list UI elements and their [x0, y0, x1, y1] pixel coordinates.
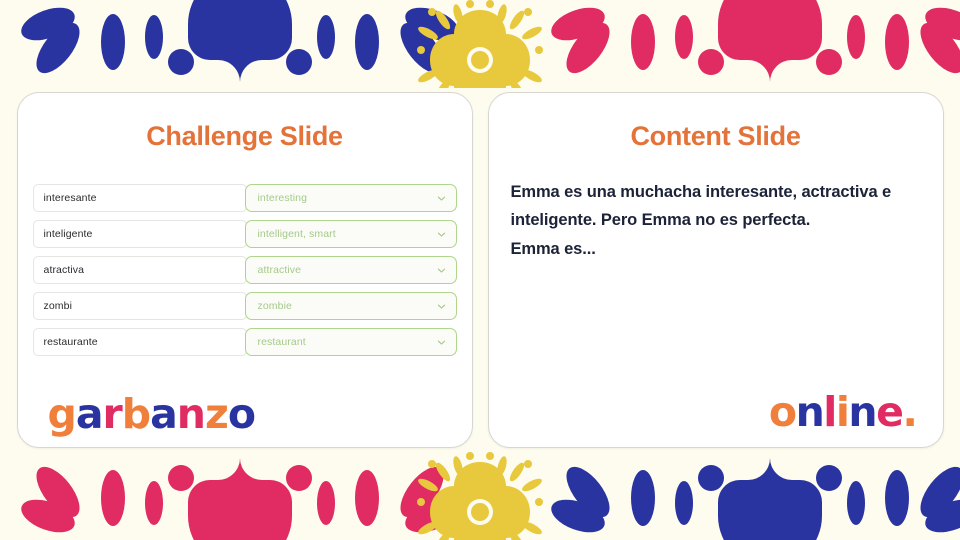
vocabulary-answer-dropdown[interactable]: restaurant [244, 328, 457, 356]
online-letter: n [848, 388, 877, 436]
online-letter: l [823, 388, 837, 436]
vocabulary-list: interesante interesting inteligente intelli… [18, 184, 472, 356]
content-slide-title: Content Slide [630, 121, 801, 151]
vocabulary-term: zombi [32, 292, 247, 320]
chevron-down-icon [437, 340, 445, 345]
vocabulary-row: zombi zombie [32, 292, 457, 320]
content-slide-body: Emma es una muchacha interesante, actrac… [511, 178, 921, 263]
vocabulary-answer-label: interesting [257, 192, 308, 204]
vocabulary-answer-label: intelligent, smart [257, 228, 336, 240]
content-paragraph: Emma es... [510, 239, 596, 258]
garbanzo-letter: a [75, 390, 104, 438]
vocabulary-answer-dropdown[interactable]: interesting [244, 184, 457, 212]
online-letter: . [902, 388, 918, 436]
slides-container: Challenge Slide interesante interesting in… [0, 0, 960, 540]
chevron-down-icon [437, 196, 445, 201]
vocabulary-term: interesante [32, 184, 247, 212]
content-paragraph: Emma es una muchacha interesante, actrac… [510, 183, 892, 230]
garbanzo-logo: garbanzo [48, 394, 257, 435]
challenge-slide-card: Challenge Slide interesante interesting in… [16, 92, 473, 448]
vocabulary-term: atractiva [32, 256, 247, 284]
online-letter: e [876, 388, 904, 436]
chevron-down-icon [437, 304, 445, 309]
vocabulary-answer-label: attractive [257, 264, 302, 276]
garbanzo-letter: z [205, 390, 229, 438]
chevron-down-icon [437, 232, 445, 237]
vocabulary-term: inteligente [32, 220, 247, 248]
vocabulary-answer-label: restaurant [257, 336, 306, 348]
garbanzo-letter: b [121, 390, 151, 438]
garbanzo-letter: r [102, 390, 123, 438]
vocabulary-term: restaurante [32, 328, 247, 356]
content-slide-card: Content Slide Emma es una muchacha inter… [487, 92, 944, 448]
vocabulary-answer-dropdown[interactable]: attractive [244, 256, 457, 284]
vocabulary-row: restaurante restaurant [32, 328, 457, 356]
garbanzo-letter: o [227, 390, 256, 438]
vocabulary-answer-dropdown[interactable]: intelligent, smart [244, 220, 457, 248]
online-logo: online. [769, 392, 918, 433]
vocabulary-row: inteligente intelligent, smart [32, 220, 457, 248]
challenge-slide-title: Challenge Slide [146, 121, 343, 151]
garbanzo-letter: n [176, 390, 206, 438]
vocabulary-row: interesante interesting [32, 184, 457, 212]
garbanzo-letter: a [150, 390, 178, 438]
online-letter: n [795, 388, 825, 436]
vocabulary-answer-label: zombie [257, 300, 292, 312]
online-letter: i [835, 388, 850, 436]
online-letter: o [768, 388, 797, 436]
vocabulary-answer-dropdown[interactable]: zombie [244, 292, 457, 320]
garbanzo-letter: g [47, 390, 77, 438]
vocabulary-row: atractiva attractive [32, 256, 457, 284]
chevron-down-icon [437, 268, 445, 273]
